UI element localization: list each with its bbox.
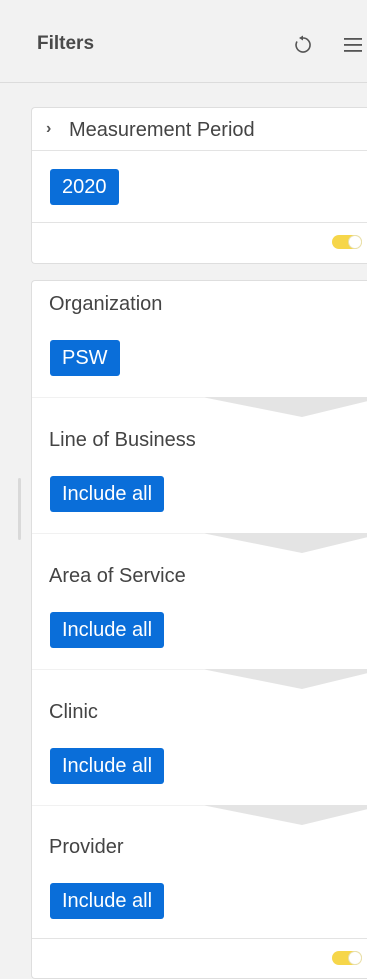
cascade-divider — [32, 533, 367, 553]
filter-group-card: Organization PSW Line of Business Includ… — [31, 280, 367, 979]
panel-resize-handle[interactable] — [18, 478, 21, 540]
cascade-divider — [32, 397, 367, 417]
toggle-knob — [348, 951, 362, 965]
filter-label: Provider — [49, 836, 124, 858]
filter-label: Line of Business — [49, 429, 196, 451]
filter-chip-clinic[interactable]: Include all — [50, 748, 165, 784]
measurement-period-toggle[interactable] — [332, 235, 362, 249]
filter-group-footer — [32, 938, 367, 978]
measurement-period-card: › Measurement Period 2020 — [31, 107, 367, 264]
filter-label: Clinic — [49, 701, 98, 723]
measurement-period-label: Measurement Period — [69, 119, 255, 141]
panel-title: Filters — [37, 33, 95, 54]
filter-chip-area-of-service[interactable]: Include all — [50, 612, 165, 648]
toggle-knob — [348, 235, 362, 249]
filters-header: Filters — [0, 0, 367, 83]
filter-chip-organization[interactable]: PSW — [50, 340, 120, 376]
filter-label: Organization — [49, 293, 163, 315]
measurement-period-header[interactable]: › Measurement Period — [32, 108, 367, 151]
reset-icon[interactable] — [291, 33, 315, 57]
filter-group-toggle[interactable] — [332, 951, 362, 965]
cascade-divider — [32, 805, 367, 825]
measurement-period-footer — [32, 222, 367, 263]
hamburger-menu-icon[interactable] — [341, 33, 365, 57]
filter-chip-provider[interactable]: Include all — [50, 883, 165, 919]
measurement-period-chip[interactable]: 2020 — [50, 169, 119, 205]
filter-label: Area of Service — [49, 565, 186, 587]
chevron-right-icon: › — [46, 120, 52, 137]
filter-chip-line-of-business[interactable]: Include all — [50, 476, 165, 512]
cascade-divider — [32, 669, 367, 689]
